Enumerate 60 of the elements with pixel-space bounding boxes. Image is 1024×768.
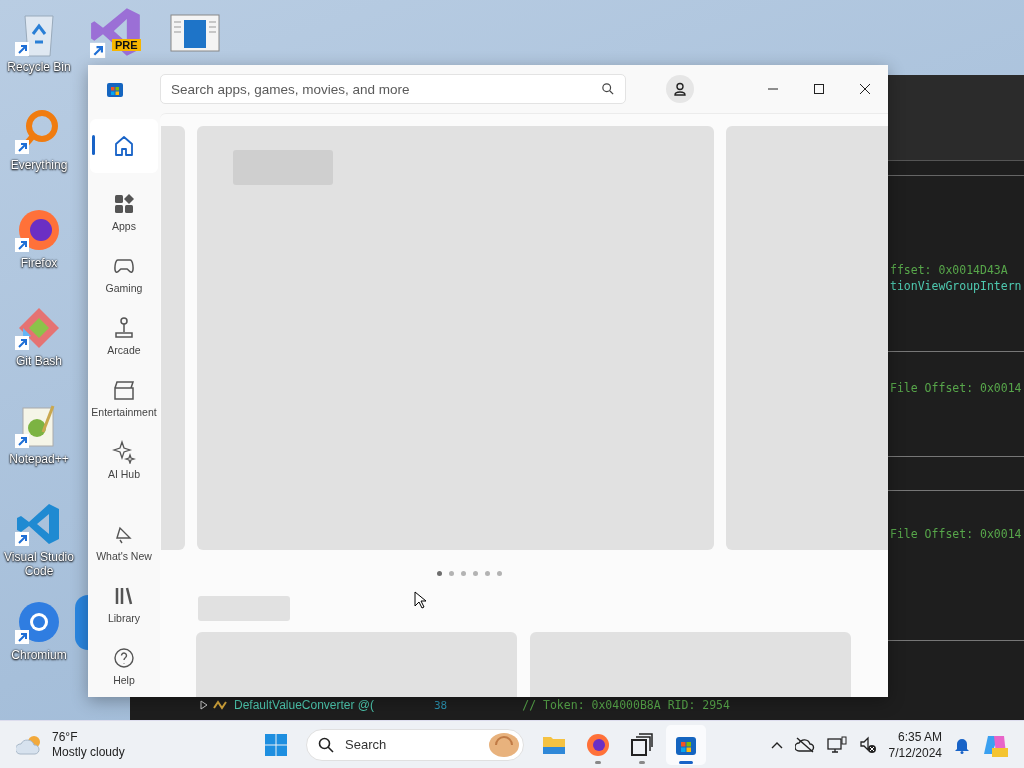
carousel-dot[interactable]: [484, 570, 490, 576]
carousel-dot[interactable]: [496, 570, 502, 576]
preview-badge: PRE: [112, 39, 141, 51]
weather-condition: Mostly cloudy: [52, 744, 125, 760]
nav-item[interactable]: Apps: [90, 181, 158, 243]
line-number: 38: [434, 698, 448, 712]
search-icon: [318, 736, 334, 753]
code-line: File Offset: 0x0014: [890, 380, 1023, 396]
cloud-off-icon[interactable]: [794, 736, 815, 753]
stacked-windows-icon: [630, 732, 654, 757]
clapperboard-icon: [112, 378, 136, 402]
apps-grid-icon: [112, 192, 136, 216]
code-line: tionViewGroupIntern: [890, 278, 1023, 294]
cursor-icon: [414, 591, 426, 609]
nav-item[interactable]: Arcade: [90, 305, 158, 367]
search-icon[interactable]: [602, 83, 614, 95]
tree-item[interactable]: DefaultValueConverter @(: [234, 698, 384, 712]
nav-item[interactable]: Entertainment: [90, 367, 158, 429]
code-line: ffset: 0x0014D43A: [890, 262, 1009, 278]
desktop-icon-label: Visual Studio Code: [3, 550, 75, 578]
nav-item[interactable]: What's New: [90, 511, 158, 573]
network-icon[interactable]: [826, 735, 847, 754]
desktop-icon-label: Chromium: [11, 648, 67, 662]
speaker-muted-icon[interactable]: [858, 735, 877, 754]
desktop-icon-label: Git Bash: [16, 354, 62, 368]
temperature: 76°F: [52, 729, 79, 745]
taskbar-search-field[interactable]: Search: [306, 728, 524, 761]
windows-logo-icon: [265, 733, 287, 756]
maximize-icon: [813, 83, 825, 95]
desktop-icon-label: Firefox: [20, 256, 58, 270]
home-icon: [112, 134, 136, 158]
app-icon[interactable]: [75, 595, 88, 650]
store-bag-icon: [106, 80, 124, 98]
store-button[interactable]: [666, 724, 706, 765]
nav-item[interactable]: Library: [90, 573, 158, 635]
carousel-dot[interactable]: [460, 570, 466, 576]
search-field[interactable]: Search apps, games, movies, and more: [160, 74, 626, 104]
account-button[interactable]: [666, 75, 694, 103]
clock-button[interactable]: 6:35 AM 7/12/2024: [888, 728, 942, 761]
close-icon: [859, 83, 871, 95]
expand-icon[interactable]: [200, 700, 208, 710]
nav-item[interactable]: [90, 119, 158, 173]
person-icon: [673, 82, 687, 96]
carousel-dot[interactable]: [448, 570, 454, 576]
joystick-icon: [112, 316, 136, 340]
desktop-icon-label: Notepad++: [9, 452, 69, 466]
document-window-icon[interactable]: [170, 14, 220, 52]
carousel-dot[interactable]: [436, 570, 442, 576]
nav-item[interactable]: Gaming: [90, 243, 158, 305]
help-icon: [112, 646, 136, 670]
nav-item[interactable]: AI Hub: [90, 429, 158, 491]
sparkle-icon: [112, 440, 136, 464]
nav-item[interactable]: Help: [90, 635, 158, 697]
code-comment: // Token: 0x04000B8A RID: 2954: [522, 698, 730, 712]
carousel-dot[interactable]: [472, 570, 478, 576]
code-line: File Offset: 0x0014: [890, 526, 1023, 542]
desktop-icon-label: Everything: [10, 158, 68, 172]
chevron-up-icon[interactable]: [770, 740, 783, 749]
desktop-icon-label: Recycle Bin: [7, 60, 71, 74]
firefox-icon: [586, 732, 610, 757]
